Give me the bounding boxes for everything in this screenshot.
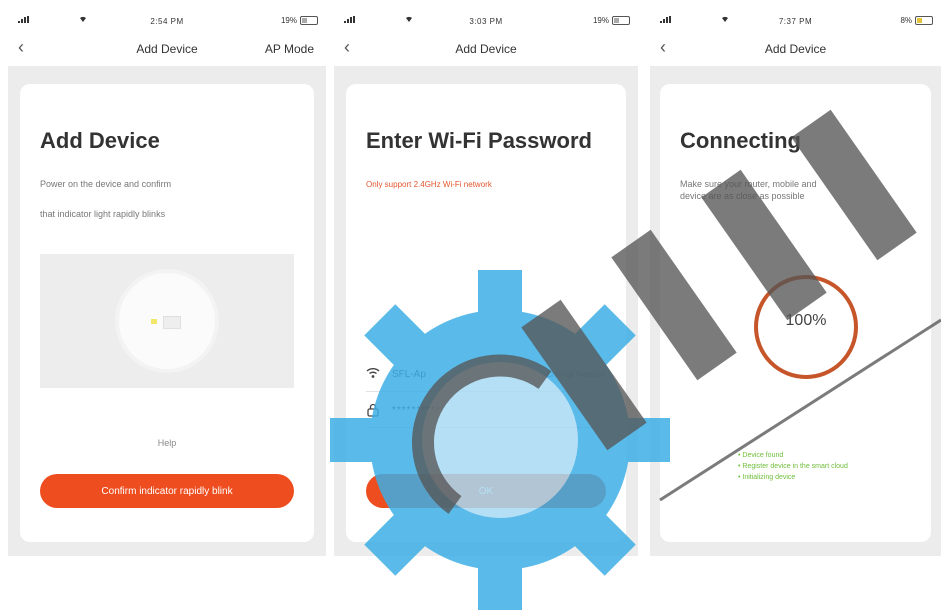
card-title: Add Device <box>40 128 160 153</box>
wifi-network-row[interactable]: SFL-Ap Change Network <box>366 364 606 392</box>
content-card: Connecting Make sure your router, mobile… <box>660 84 931 542</box>
password-row[interactable]: ********** <box>366 400 606 428</box>
battery-percent: 19% <box>280 16 297 25</box>
divider <box>366 427 606 428</box>
confirm-blink-button[interactable]: Confirm indicator rapidly blink <box>40 474 294 508</box>
device-button-icon <box>163 316 181 329</box>
band-warning: Only support 2.4GHz Wi-Fi network <box>366 180 492 189</box>
nav-title: Add Device <box>455 42 517 56</box>
status-bar: 3:03 PM 19% <box>334 10 638 32</box>
wifi-ssid: SFL-Ap <box>392 369 426 380</box>
screen-connecting: 7:37 PM 8% ‹ Add Device Connecting Make … <box>650 10 941 556</box>
screen-wifi-password: 3:03 PM 19% ‹ Add Device Enter Wi-Fi Pas… <box>334 10 638 556</box>
password-input[interactable]: ********** <box>392 405 441 416</box>
ap-mode-link[interactable]: AP Mode <box>265 42 314 56</box>
step-item: • Register device in the smart cloud <box>738 463 848 470</box>
battery-icon <box>300 16 318 25</box>
progress-percent: 100% <box>785 312 827 329</box>
ok-button[interactable]: OK <box>366 474 606 508</box>
nav-bar: ‹ Add Device <box>334 32 638 66</box>
wifi-icon <box>366 367 380 382</box>
change-network-link[interactable]: Change Network <box>546 370 606 379</box>
nav-bar: ‹ Add Device AP Mode <box>8 32 326 66</box>
device-illustration <box>40 254 294 388</box>
indicator-light-icon <box>151 319 157 324</box>
instruction-line-1: Make sure your router, mobile and <box>680 179 817 189</box>
nav-title: Add Device <box>764 42 827 56</box>
connection-steps: • Device found • Register device in the … <box>738 450 848 483</box>
screen-add-device: 2:54 PM 19% ‹ Add Device AP Mode Add Dev… <box>8 10 326 556</box>
status-time: 2:54 PM <box>150 17 184 26</box>
status-bar: 2:54 PM 19% <box>8 10 326 32</box>
card-title: Enter Wi-Fi Password <box>366 128 592 153</box>
lock-icon <box>366 403 380 420</box>
status-time: 7:37 PM <box>778 17 813 26</box>
instruction-line-1: Power on the device and confirm <box>40 179 172 189</box>
status-bar: 7:37 PM 8% <box>650 10 941 32</box>
instruction-line-2: that indicator light rapidly blinks <box>40 209 166 219</box>
battery-indicator: 19% <box>593 16 630 25</box>
step-item: • Device found <box>738 452 784 459</box>
battery-icon <box>612 16 630 25</box>
battery-indicator: 19% <box>281 16 318 25</box>
battery-percent: 19% <box>592 16 609 25</box>
battery-indicator: 8% <box>900 16 933 25</box>
content-card: Add Device Power on the device and confi… <box>20 84 314 542</box>
divider <box>366 391 606 392</box>
battery-percent: 8% <box>900 16 912 25</box>
content-card: Enter Wi-Fi Password Only support 2.4GHz… <box>346 84 626 542</box>
card-title: Connecting <box>680 128 801 153</box>
instruction-line-2: device are as close as possible <box>680 191 805 201</box>
device-image <box>119 273 215 369</box>
step-item: • Initializing device <box>738 474 796 481</box>
battery-icon <box>915 16 933 25</box>
help-link[interactable]: Help <box>20 438 314 448</box>
nav-bar: ‹ Add Device <box>650 32 941 66</box>
